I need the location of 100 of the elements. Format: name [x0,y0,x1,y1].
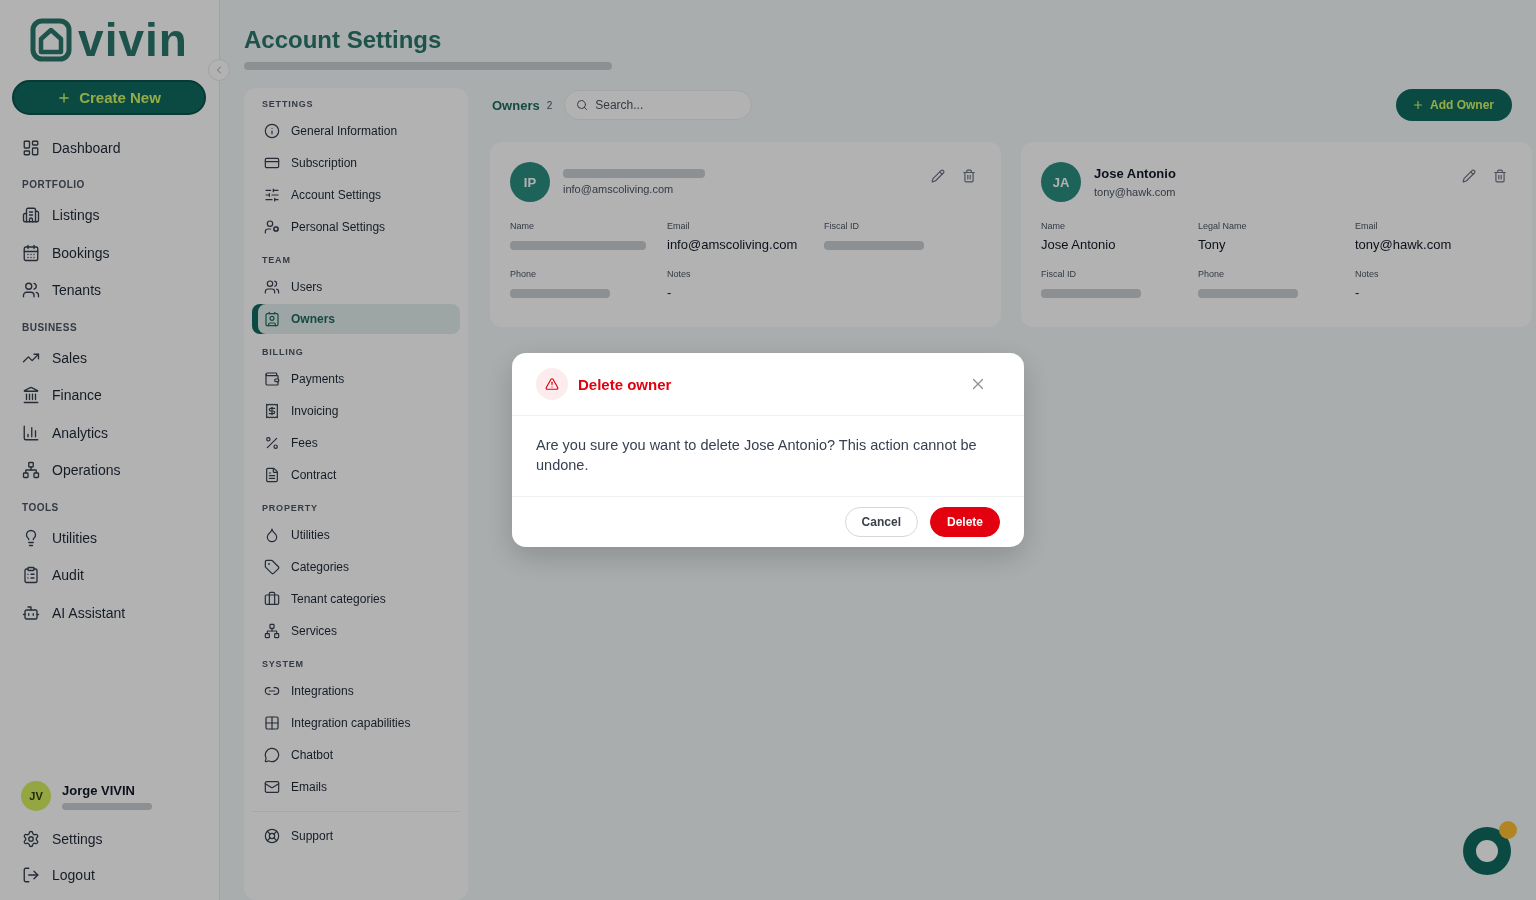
settings-nav-item[interactable]: Categories [252,552,460,582]
pencil-icon [931,169,945,183]
settings-nav-item[interactable]: General Information [252,116,460,146]
trash-icon [962,169,976,183]
document-icon [264,467,280,483]
plus-icon [57,90,72,105]
sliders-icon [264,187,280,203]
sidebar-item[interactable]: Logout [12,857,206,893]
settings-section-heading: SETTINGS [261,98,315,111]
settings-nav-item[interactable]: Payments [252,364,460,394]
field-label: Name [510,220,534,232]
sidebar-item[interactable]: Tenants [12,271,206,309]
settings-nav-item[interactable]: Support [252,821,460,851]
bar-chart-icon [22,423,40,442]
owner-email: tony@hawk.com [1094,186,1176,198]
sidebar-item[interactable]: Analytics [12,414,206,452]
field-value: Jose Antonio [1041,237,1116,253]
drop-icon [264,527,280,543]
sidebar-item[interactable]: Bookings [12,234,206,272]
people-icon [22,281,40,300]
settings-section-heading: BILLING [261,346,305,359]
field-value: - [667,285,672,301]
user-avatar: JV [21,781,51,811]
settings-nav-item[interactable]: Integration capabilities [252,708,460,738]
field-label: Name [1041,220,1065,232]
house-logo-icon [30,18,73,62]
field-label: Fiscal ID [824,220,859,232]
settings-nav-item[interactable]: Invoicing [252,396,460,426]
owner-name: Jose Antonio [1094,166,1176,181]
dialog-message: Are you sure you want to delete Jose Antonio? This action cannot be undone. [512,416,1024,497]
user-name: Jorge VIVIN [62,782,136,798]
owner-avatar: IP [510,162,550,202]
sidebar-item[interactable]: AI Assistant [12,594,206,632]
user-gear-icon [264,219,280,235]
sidebar-item[interactable]: Audit [12,556,206,594]
logo-text: vivin [78,17,188,63]
dialog-title: Delete owner [578,375,672,393]
search-icon [576,99,589,111]
briefcase-icon [264,591,280,607]
field-label: Notes [1355,268,1379,280]
sidebar-item[interactable]: Utilities [12,519,206,557]
settings-nav-item[interactable]: Emails [252,772,460,802]
field-label: Legal Name [1198,220,1247,232]
building-icon [22,206,40,225]
sidebar-item[interactable]: Dashboard [12,129,206,167]
people-icon [264,279,280,295]
sidebar-item[interactable]: Listings [12,196,206,234]
trash-icon [1493,169,1507,183]
field-label: Email [667,220,690,232]
settings-nav-item[interactable]: Fees [252,428,460,458]
sidebar-item[interactable]: Operations [12,451,206,489]
settings-nav-item[interactable]: Personal Settings [252,212,460,242]
dashboard-grid-icon [22,138,40,157]
field-value: Tony [1198,237,1226,253]
bank-icon [22,386,40,405]
create-new-button[interactable]: Create New [12,80,206,115]
settings-nav-item[interactable]: Services [252,616,460,646]
chat-bubble-icon [264,747,280,763]
settings-nav-item[interactable]: Tenant categories [252,584,460,614]
settings-nav-item[interactable]: Account Settings [252,180,460,210]
collapse-toggle[interactable] [208,59,230,81]
delete-button[interactable]: Delete [929,507,1000,537]
circle-icon [1476,840,1498,862]
robot-icon [22,603,40,622]
tag-icon [264,559,280,575]
card-icon [264,155,280,171]
search-field[interactable]: Search... [564,90,753,120]
owner-count: 2 [546,99,553,111]
settings-section-heading: SYSTEM [261,658,305,671]
field-value: - [1355,285,1360,301]
lifebuoy-icon [264,828,280,844]
section-title: Owners [492,97,540,113]
owner-email: info@amscoliving.com [563,183,675,195]
nav-section-heading: TOOLS [21,500,60,515]
calendar-icon [22,243,40,262]
settings-nav-item[interactable]: Utilities [252,520,460,550]
plus-icon [1412,99,1424,111]
settings-section-heading: TEAM [261,254,292,267]
settings-nav-item[interactable]: Integrations [252,676,460,706]
settings-nav-item[interactable]: Owners [252,304,460,334]
contact-card-icon [264,311,280,327]
grid-icon [264,715,280,731]
settings-nav-item[interactable]: Subscription [252,148,460,178]
network-icon [264,623,280,639]
settings-nav-item[interactable]: Chatbot [252,740,460,770]
percent-icon [264,435,280,451]
owner-avatar: JA [1041,162,1081,202]
sidebar-item[interactable]: Settings [12,821,206,857]
cancel-button[interactable]: Cancel [844,507,918,537]
settings-nav-item[interactable]: Contract [252,460,460,490]
settings-nav-item[interactable]: Users [252,272,460,302]
field-value: info@amscoliving.com [667,237,798,253]
sidebar-item[interactable]: Finance [12,376,206,414]
clipboard-icon [22,566,40,585]
sidebar-item[interactable]: Sales [12,339,206,377]
receipt-icon [264,403,280,419]
field-label: Phone [510,268,537,280]
add-owner-button[interactable]: Add Owner [1396,89,1512,121]
field-label: Notes [667,268,691,280]
info-icon [264,123,280,139]
